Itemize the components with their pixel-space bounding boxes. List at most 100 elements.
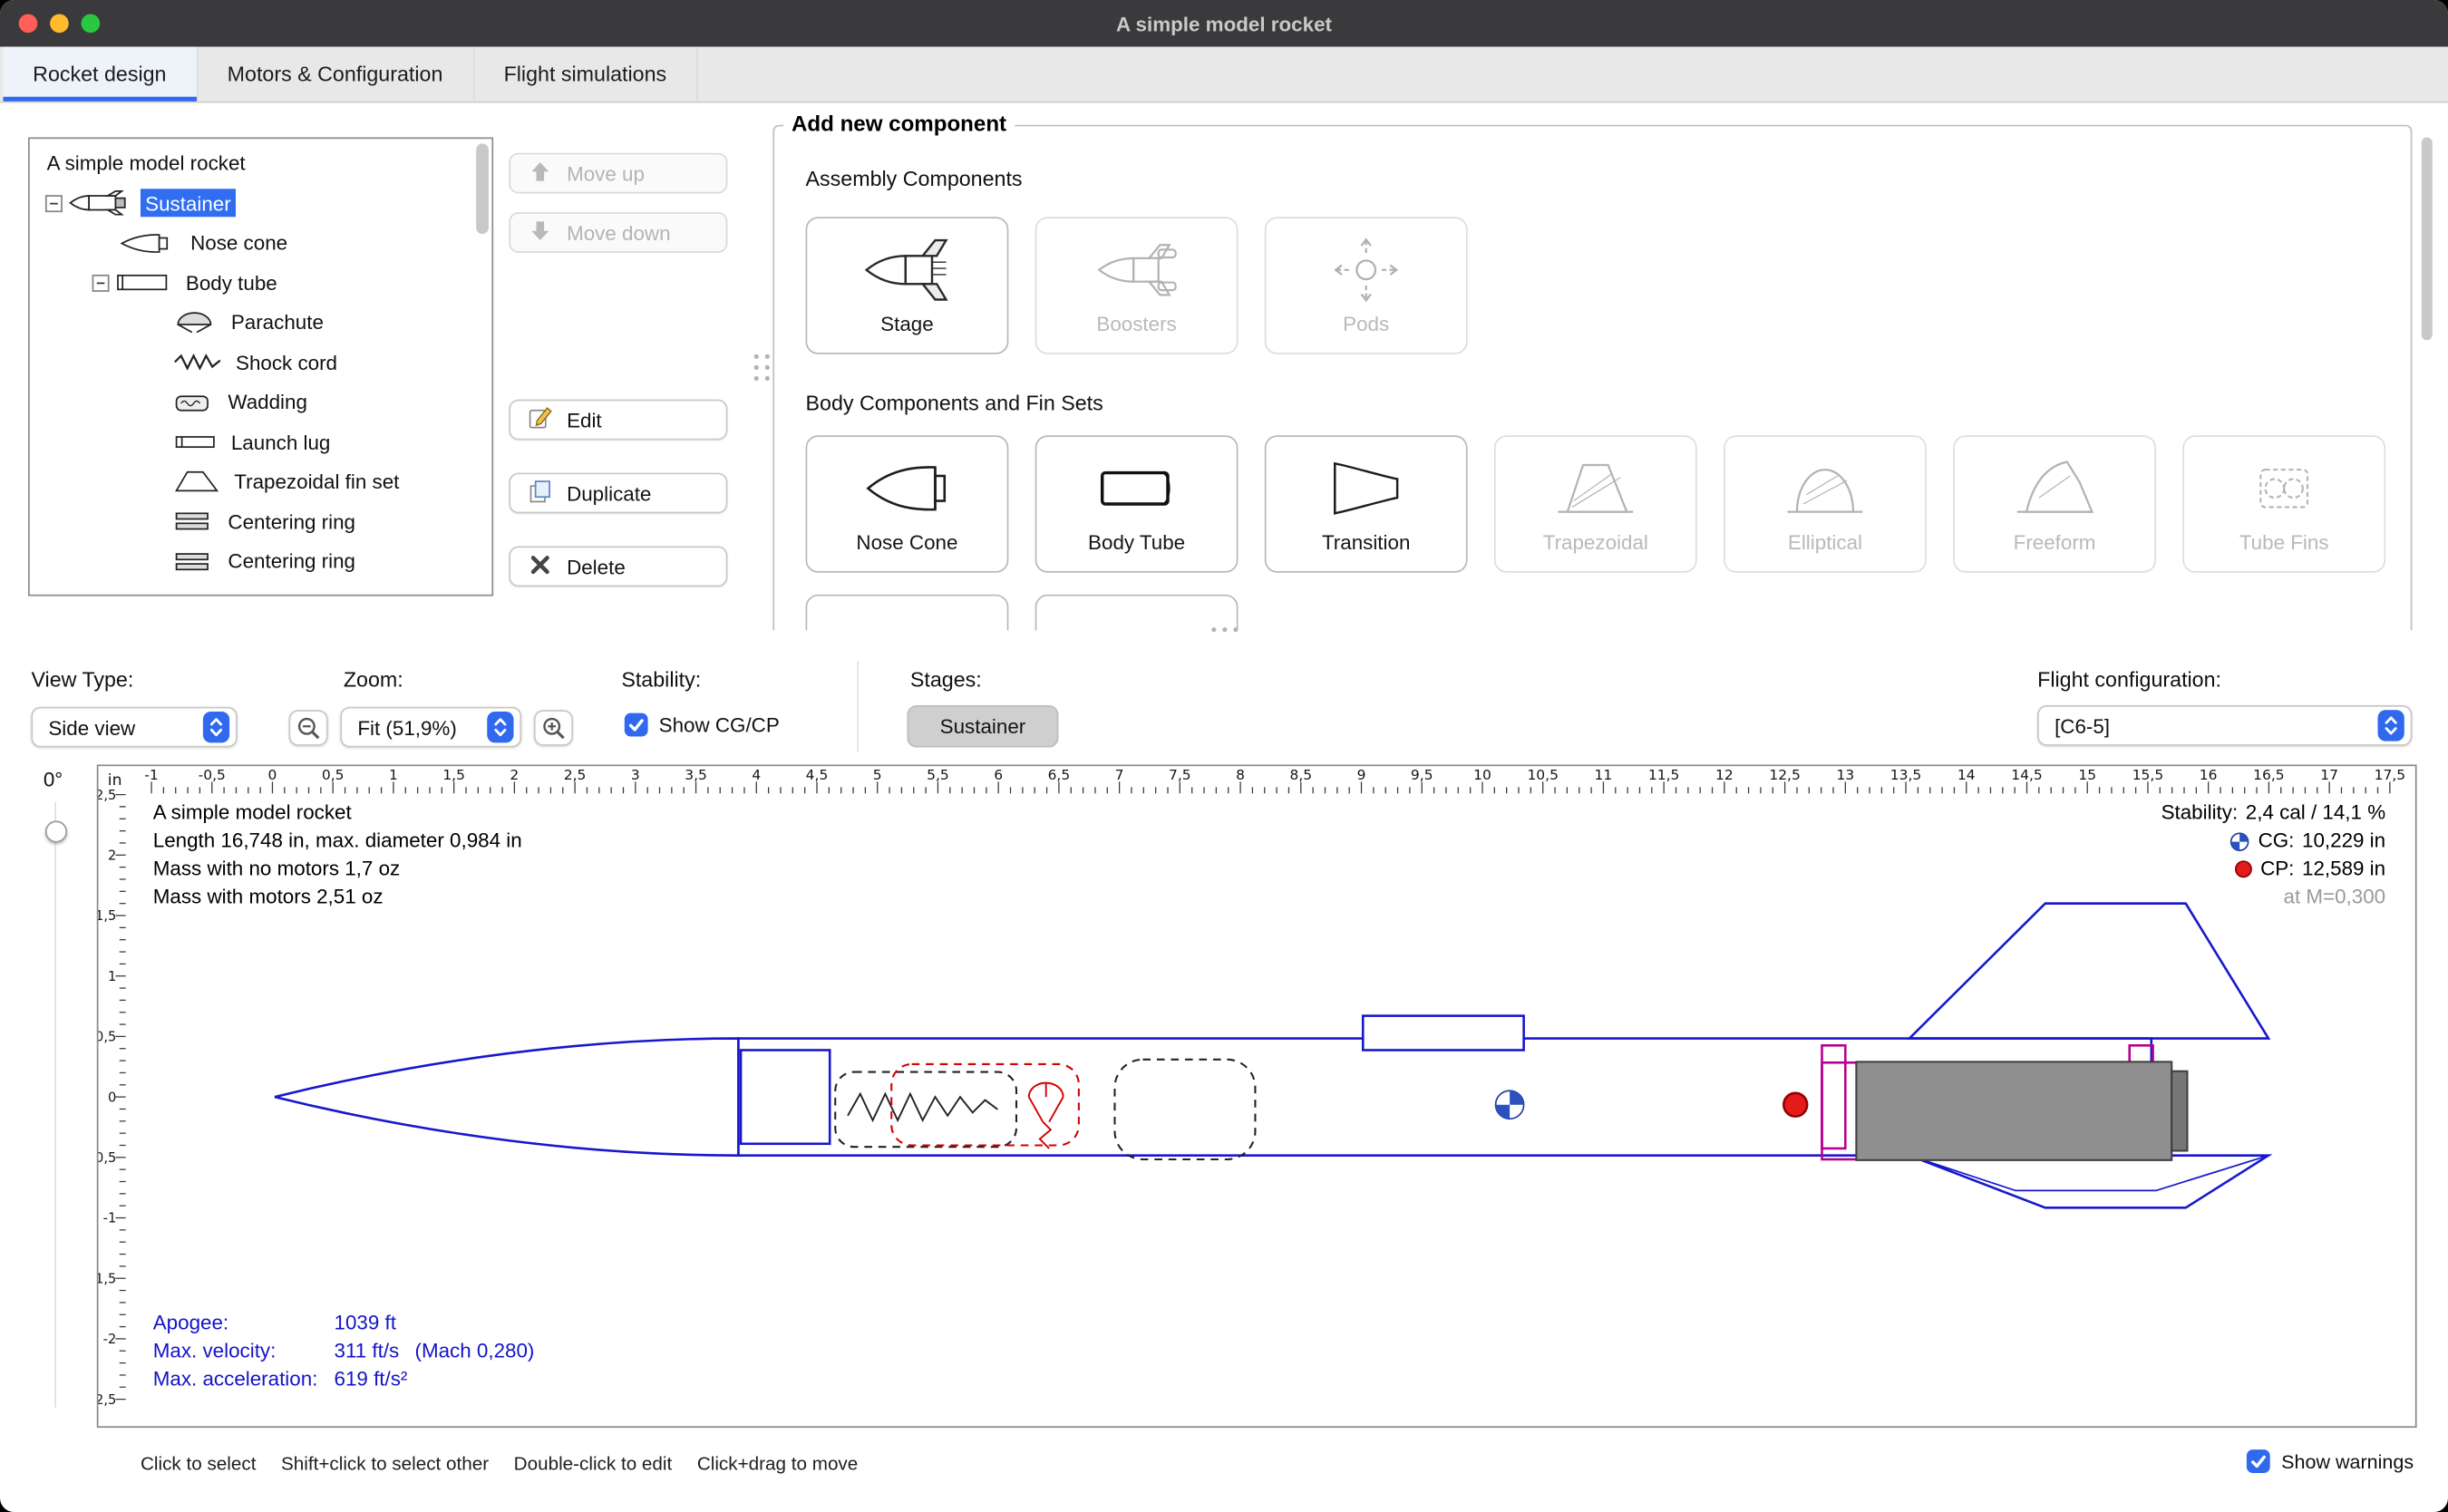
freeform-fin-icon bbox=[2011, 454, 2098, 523]
tree-item-wadding[interactable]: Wadding bbox=[30, 383, 492, 422]
body-tube-icon bbox=[1093, 454, 1180, 523]
close-window-icon[interactable] bbox=[19, 14, 38, 33]
screen: A simple model rocket Rocket design Moto… bbox=[0, 0, 2448, 1512]
panel-scrollbar[interactable] bbox=[2422, 137, 2433, 340]
tree-scrollbar[interactable] bbox=[476, 143, 489, 234]
tree-item-shock-cord[interactable]: Shock cord bbox=[30, 343, 492, 383]
add-stage-button[interactable]: Stage bbox=[806, 217, 1009, 354]
vertical-ruler: -2,5-2-1,5-1-0,500,511,522,5 bbox=[98, 788, 125, 1408]
svg-text:1,5: 1,5 bbox=[98, 908, 116, 924]
add-new-component-panel: Add new component Assembly Components St… bbox=[772, 125, 2412, 631]
add-freeform-fin-button[interactable]: Freeform bbox=[1953, 435, 2156, 572]
add-tube-fins-button[interactable]: Tube Fins bbox=[2182, 435, 2385, 572]
cg-legend-icon bbox=[2230, 831, 2250, 851]
centering-ring-icon bbox=[173, 550, 214, 572]
ruler-unit-label: in bbox=[108, 771, 122, 790]
zoom-window-icon[interactable] bbox=[82, 14, 101, 33]
show-cgcp-checkbox[interactable]: Show CG/CP bbox=[625, 713, 780, 737]
zoom-in-button[interactable] bbox=[534, 710, 573, 746]
tree-item-body-tube[interactable]: Body tube bbox=[30, 263, 492, 303]
move-up-button[interactable]: Move up bbox=[509, 153, 727, 194]
add-pods-button[interactable]: Pods bbox=[1265, 217, 1468, 354]
delete-button[interactable]: Delete bbox=[509, 546, 727, 586]
svg-text:5,5: 5,5 bbox=[927, 767, 949, 783]
edit-button[interactable]: Edit bbox=[509, 400, 727, 441]
collapse-toggle-icon[interactable] bbox=[45, 195, 63, 212]
stage-sustainer-toggle[interactable]: Sustainer bbox=[907, 705, 1058, 747]
stability-label: Stability: bbox=[2161, 799, 2239, 827]
shock-cord-icon bbox=[173, 352, 221, 373]
tree-item-centering-ring[interactable]: Centering ring bbox=[30, 541, 492, 581]
add-nose-cone-button[interactable]: Nose Cone bbox=[806, 435, 1009, 572]
tab-rocket-design[interactable]: Rocket design bbox=[3, 47, 197, 102]
duplicate-button[interactable]: Duplicate bbox=[509, 473, 727, 514]
add-boosters-button[interactable]: Boosters bbox=[1035, 217, 1239, 354]
tree-item-label: Shock cord bbox=[231, 348, 342, 376]
zoom-out-button[interactable] bbox=[289, 710, 328, 746]
tree-item-label: Trapezoidal fin set bbox=[229, 468, 403, 496]
rocket-drawing[interactable] bbox=[275, 904, 2268, 1208]
tree-item-sustainer[interactable]: Sustainer bbox=[30, 183, 492, 223]
tree-item-trapezoidal-fin-set[interactable]: Trapezoidal fin set bbox=[30, 462, 492, 502]
add-transition-button[interactable]: Transition bbox=[1265, 435, 1468, 572]
move-down-button[interactable]: Move down bbox=[509, 212, 727, 253]
tree-item-nose-cone[interactable]: Nose cone bbox=[30, 223, 492, 263]
add-trapezoidal-fin-button[interactable]: Trapezoidal bbox=[1494, 435, 1697, 572]
title-bar[interactable]: A simple model rocket bbox=[0, 0, 2448, 47]
apogee-label: Apogee: bbox=[153, 1309, 335, 1337]
hint-shift-click: Shift+click to select other bbox=[281, 1453, 489, 1475]
checkbox-label: Show warnings bbox=[2281, 1450, 2414, 1472]
svg-text:16: 16 bbox=[2200, 767, 2218, 783]
splitter-handle-icon[interactable] bbox=[0, 627, 2448, 632]
svg-text:0,5: 0,5 bbox=[98, 1030, 116, 1045]
body-tube-icon bbox=[115, 272, 171, 294]
tube-fins-icon bbox=[2240, 454, 2327, 523]
rotation-slider-track[interactable] bbox=[54, 802, 56, 1408]
show-warnings-checkbox[interactable]: Show warnings bbox=[2247, 1449, 2414, 1473]
select-value: Fit (51,9%) bbox=[357, 715, 456, 739]
max-velocity-value: 311 ft/s bbox=[334, 1339, 399, 1362]
rocket-mass-loaded: Mass with motors 2,51 oz bbox=[153, 883, 522, 911]
svg-text:2,5: 2,5 bbox=[564, 767, 587, 783]
svg-text:-1: -1 bbox=[103, 1211, 117, 1226]
svg-text:0: 0 bbox=[268, 767, 277, 783]
svg-text:12: 12 bbox=[1715, 767, 1734, 783]
component-tree[interactable]: A simple model rocket Sustainer Nose con… bbox=[28, 137, 493, 596]
rocket-view-canvas[interactable]: -1-0,500,511,522,533,544,555,566,577,588… bbox=[97, 764, 2417, 1428]
cg-value: 10,229 in bbox=[2302, 827, 2385, 855]
hint-click: Click to select bbox=[141, 1453, 256, 1475]
component-button-label: Body Tube bbox=[1088, 530, 1185, 554]
component-button-partial[interactable] bbox=[806, 595, 1009, 631]
select-stepper-icon bbox=[203, 712, 229, 742]
panel-legend: Add new component bbox=[783, 111, 1014, 136]
svg-text:4: 4 bbox=[752, 767, 761, 783]
svg-text:0: 0 bbox=[108, 1090, 116, 1105]
nose-cone-icon bbox=[121, 232, 177, 254]
tree-item-parachute[interactable]: Parachute bbox=[30, 303, 492, 343]
svg-text:17,5: 17,5 bbox=[2375, 767, 2405, 783]
svg-text:7: 7 bbox=[1115, 767, 1124, 783]
tree-root-item[interactable]: A simple model rocket bbox=[30, 143, 492, 183]
tree-item-launch-lug[interactable]: Launch lug bbox=[30, 422, 492, 462]
collapse-toggle-icon[interactable] bbox=[92, 275, 110, 292]
mach-value: (Mach 0,280) bbox=[414, 1339, 534, 1362]
tab-flight-simulations[interactable]: Flight simulations bbox=[474, 47, 698, 102]
tab-motors-configuration[interactable]: Motors & Configuration bbox=[198, 47, 474, 102]
svg-text:8,5: 8,5 bbox=[1289, 767, 1312, 783]
add-elliptical-fin-button[interactable]: Elliptical bbox=[1724, 435, 1927, 572]
add-body-tube-button[interactable]: Body Tube bbox=[1035, 435, 1239, 572]
svg-text:1: 1 bbox=[108, 969, 116, 984]
move-up-icon bbox=[528, 159, 553, 189]
splitter-handle-icon[interactable] bbox=[754, 354, 770, 381]
minimize-window-icon[interactable] bbox=[50, 14, 69, 33]
select-value: [C6-5] bbox=[2055, 714, 2110, 738]
zoom-select[interactable]: Fit (51,9%) bbox=[340, 707, 521, 748]
move-down-icon bbox=[528, 218, 553, 247]
tab-label: Flight simulations bbox=[504, 63, 667, 86]
component-button-partial[interactable] bbox=[1035, 595, 1239, 631]
rotation-slider-thumb[interactable] bbox=[45, 820, 67, 842]
tree-item-centering-ring[interactable]: Centering ring bbox=[30, 501, 492, 541]
view-type-select[interactable]: Side view bbox=[31, 707, 237, 748]
flight-configuration-select[interactable]: [C6-5] bbox=[2037, 705, 2412, 746]
svg-text:15,5: 15,5 bbox=[2132, 767, 2163, 783]
